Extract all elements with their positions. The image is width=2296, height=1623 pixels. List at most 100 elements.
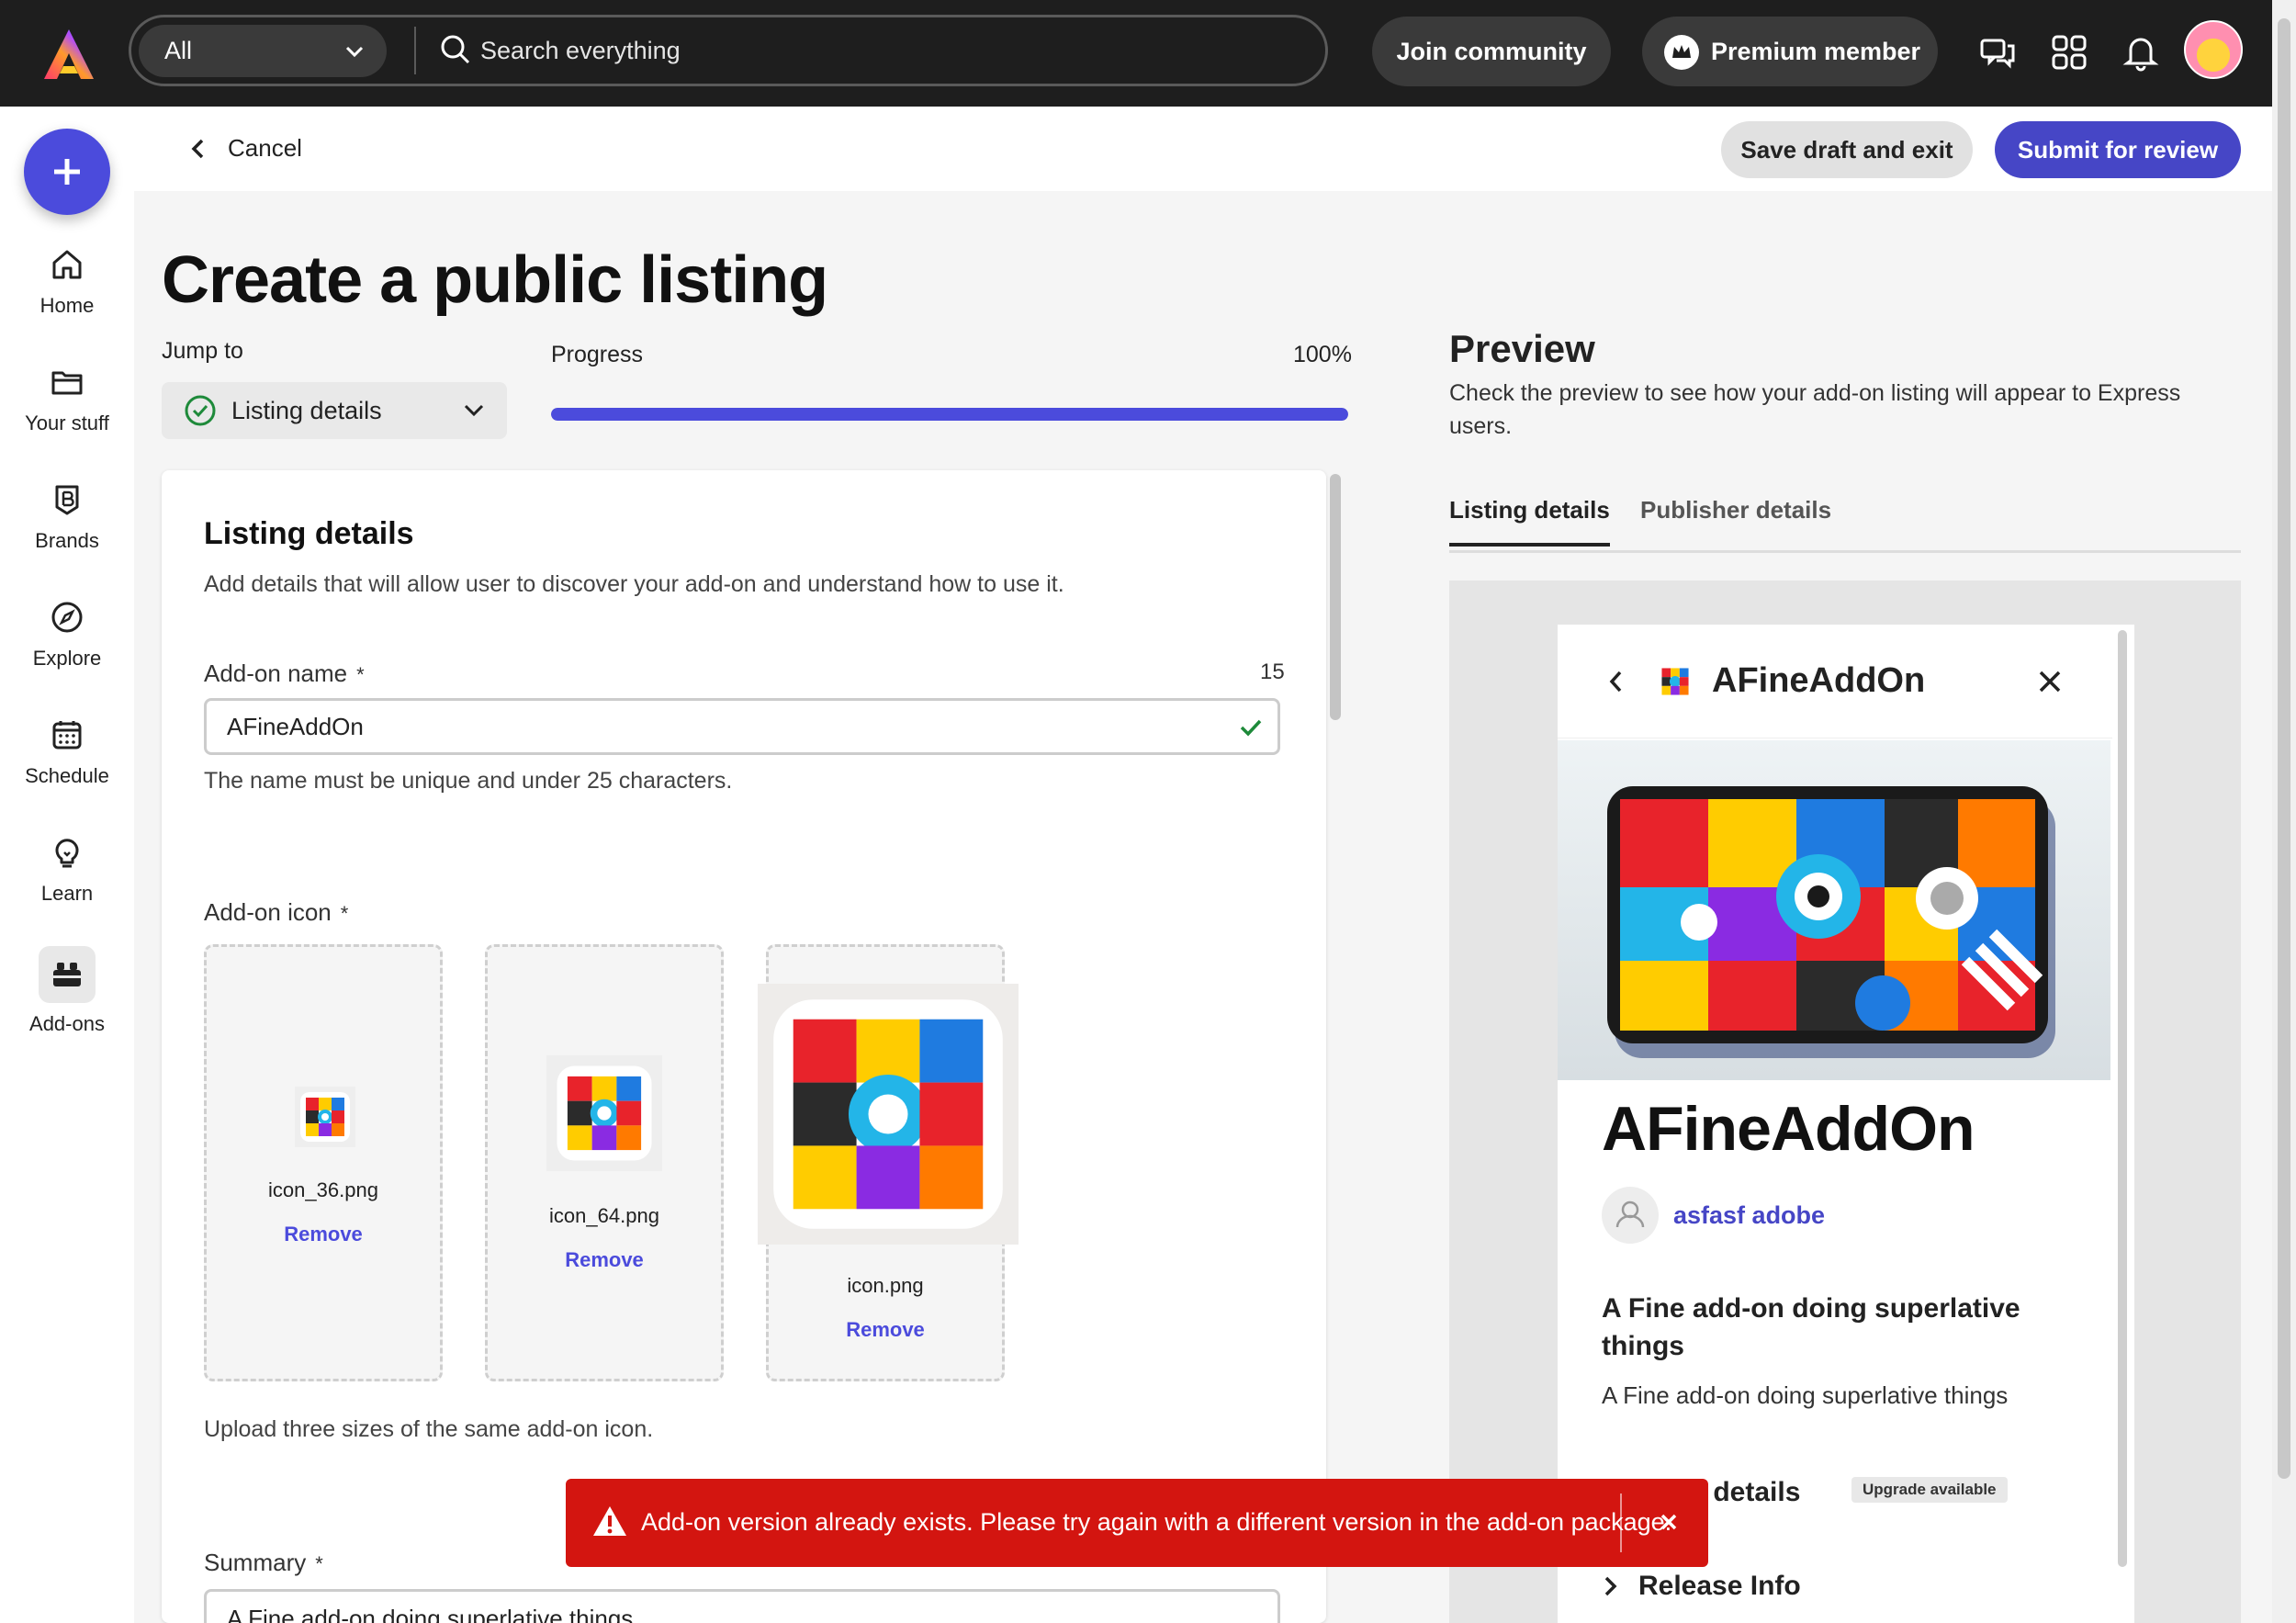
rail-item-home[interactable]: Home	[0, 246, 134, 318]
jump-to-label: Jump to	[162, 338, 243, 364]
icon-upload-36[interactable]: icon_36.png Remove	[204, 944, 443, 1381]
addons-icon	[53, 963, 81, 986]
lightbulb-icon	[55, 839, 79, 868]
jump-to-value: Listing details	[231, 396, 382, 424]
progress-bar-fill	[551, 408, 1348, 421]
home-icon	[52, 250, 82, 279]
search-icon	[441, 35, 470, 64]
page-header: Cancel Save draft and exit Submit for re…	[134, 107, 2272, 191]
preview-header-name: AFineAddOn	[1712, 661, 1926, 700]
close-icon[interactable]	[1657, 1510, 1681, 1534]
search-bar: All	[129, 15, 1328, 86]
rail-item-add-ons[interactable]: Add-ons	[0, 946, 134, 1036]
jump-to-dropdown[interactable]: Listing details	[162, 382, 507, 439]
remove-icon-link[interactable]: Remove	[207, 1223, 440, 1246]
adobe-express-logo[interactable]	[40, 26, 97, 83]
tab-listing-details[interactable]: Listing details	[1449, 496, 1610, 547]
preview-scrollbar[interactable]	[2118, 630, 2127, 1567]
progress-bar	[551, 408, 1348, 421]
toast-divider	[1620, 1493, 1622, 1552]
chevron-down-icon	[345, 46, 364, 58]
rail-label-schedule: Schedule	[25, 764, 109, 787]
section-title: Listing details	[204, 516, 414, 551]
summary-label: Summary *	[204, 1549, 323, 1577]
error-toast: Add-on version already exists. Please tr…	[566, 1479, 1708, 1567]
progress-percent: 100%	[1293, 342, 1352, 367]
addons-icon-wrap	[39, 946, 96, 1003]
cancel-label: Cancel	[228, 134, 302, 162]
rail-label-brands: Brands	[35, 529, 99, 552]
preview-description-text: A Fine add-on doing superlative things	[1602, 1381, 2009, 1409]
remove-icon-link[interactable]: Remove	[769, 1318, 1002, 1342]
remove-icon-link[interactable]: Remove	[488, 1248, 721, 1272]
page-scrollbar[interactable]	[2272, 0, 2296, 1623]
plus-icon	[54, 159, 80, 185]
user-avatar[interactable]	[2184, 20, 2243, 79]
rail-label-your-stuff: Your stuff	[25, 411, 109, 434]
summary-input[interactable]: A Fine add-on doing superlative things	[204, 1589, 1280, 1623]
close-icon[interactable]	[2037, 669, 2063, 694]
publisher-avatar	[1602, 1187, 1659, 1244]
rail-item-brands[interactable]: Brands	[0, 481, 134, 553]
chevron-down-icon	[464, 404, 484, 417]
preview-banner-image	[1558, 740, 2110, 1080]
addon-icon-thumbnail-64	[546, 1055, 662, 1171]
bell-icon[interactable]	[2122, 33, 2160, 72]
progress-label: Progress	[551, 342, 644, 367]
required-mark: *	[356, 663, 365, 686]
tab-publisher-details[interactable]: Publisher details	[1640, 496, 1831, 543]
icon-filename: icon_64.png	[549, 1204, 659, 1227]
preview-description: Check the preview to see how your add-on…	[1449, 380, 2181, 439]
section-description: Add details that will allow user to disc…	[204, 571, 1064, 597]
page-scrollbar-thumb[interactable]	[2278, 18, 2290, 1479]
addon-name-help: The name must be unique and under 25 cha…	[204, 768, 733, 794]
premium-member-button[interactable]: Premium member	[1642, 17, 1938, 86]
check-circle-icon	[185, 395, 216, 426]
cancel-link[interactable]: Cancel	[189, 134, 302, 163]
summary-label-text: Summary	[204, 1549, 307, 1576]
rail-label-add-ons: Add-ons	[29, 1012, 105, 1035]
rail-item-schedule[interactable]: Schedule	[0, 716, 134, 788]
left-rail: Home Your stuff Brands Explore Schedule …	[0, 107, 134, 1623]
addon-icon-thumbnail-36	[295, 1087, 355, 1147]
upgrade-available-badge: Upgrade available	[1851, 1477, 2008, 1503]
addon-icon-help: Upload three sizes of the same add-on ic…	[204, 1416, 654, 1442]
rail-label-explore: Explore	[32, 647, 102, 670]
submit-for-review-button[interactable]: Submit for review	[1995, 121, 2241, 178]
compass-icon	[51, 602, 83, 633]
chevron-left-icon	[191, 139, 204, 158]
apps-grid-icon[interactable]	[2050, 33, 2088, 72]
chevron-right-icon	[1604, 1576, 1617, 1596]
rail-label-learn: Learn	[40, 882, 94, 905]
search-scope-dropdown[interactable]: All	[139, 25, 387, 77]
error-toast-message: Add-on version already exists. Please tr…	[641, 1508, 1672, 1536]
release-info-toggle[interactable]: Release Info	[1602, 1571, 1801, 1602]
addon-name-input[interactable]	[204, 698, 1280, 755]
addon-icon-label-text: Add-on icon	[204, 898, 332, 926]
form-scrollbar[interactable]	[1330, 474, 1341, 720]
release-info-label: Release Info	[1638, 1571, 1801, 1601]
required-mark: *	[315, 1552, 323, 1575]
icon-filename: icon.png	[847, 1274, 924, 1297]
addon-icon-thumbnail-full	[758, 984, 1019, 1245]
save-draft-button[interactable]: Save draft and exit	[1721, 121, 1973, 178]
publisher-name-link[interactable]: asfasf adobe	[1673, 1201, 1825, 1230]
icon-upload-64[interactable]: icon_64.png Remove	[485, 944, 724, 1381]
icon-upload-full[interactable]: icon.png Remove	[758, 944, 1019, 1381]
preview-summary: A Fine add-on doing superlative things	[1602, 1293, 2020, 1361]
rail-item-explore[interactable]: Explore	[0, 599, 134, 671]
rail-item-learn[interactable]: Learn	[0, 834, 134, 906]
crown-icon	[1664, 35, 1699, 70]
chevron-left-icon[interactable]	[1607, 669, 1626, 694]
join-community-button[interactable]: Join community	[1372, 17, 1611, 86]
create-new-button[interactable]	[24, 129, 110, 215]
preview-addon-name: AFineAddOn	[1602, 1094, 1975, 1164]
warning-icon	[593, 1506, 626, 1536]
addon-icon-label: Add-on icon *	[204, 898, 348, 927]
character-count: 15	[1260, 659, 1285, 684]
addon-name-label-text: Add-on name	[204, 659, 348, 687]
rail-label-home: Home	[39, 294, 95, 317]
search-input[interactable]	[480, 25, 1289, 76]
chat-icon[interactable]	[1978, 33, 2017, 72]
rail-item-your-stuff[interactable]: Your stuff	[0, 364, 134, 435]
